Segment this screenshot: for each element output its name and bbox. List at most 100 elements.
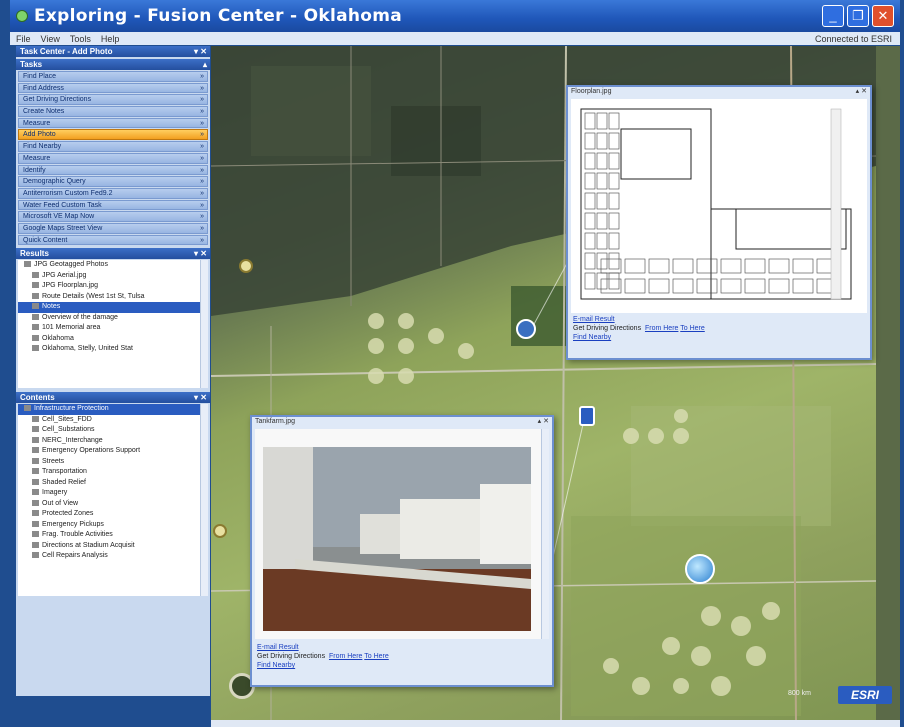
tree-item[interactable]: Notes (18, 302, 208, 313)
task-item[interactable]: Create Notes » (18, 106, 208, 117)
expand-chevron-icon[interactable]: » (200, 154, 204, 164)
to-here-link[interactable]: To Here (364, 653, 389, 660)
expand-chevron-icon[interactable]: » (200, 95, 204, 105)
expand-chevron-icon[interactable]: » (200, 236, 204, 246)
globe-marker-icon[interactable] (685, 554, 715, 584)
tree-item[interactable]: JPG Floorplan.jpg (18, 281, 208, 292)
restore-button[interactable]: ❐ (847, 5, 869, 27)
tree-item[interactable]: JPG Aerial.jpg (18, 271, 208, 282)
from-here-link[interactable]: From Here (329, 653, 362, 660)
camera-marker-icon[interactable] (516, 319, 536, 339)
tree-item[interactable]: Cell Repairs Analysis (18, 551, 208, 562)
menu-tools[interactable]: Tools (70, 34, 91, 44)
close-button[interactable]: ✕ (872, 5, 894, 27)
pane-close-icon[interactable]: ▾ ✕ (194, 46, 207, 57)
task-label: Find Nearby (23, 143, 62, 151)
expand-chevron-icon[interactable]: » (200, 201, 204, 211)
layer-icon (32, 552, 39, 559)
task-label: Add Photo (23, 131, 56, 139)
popup-close-icon[interactable]: ▴ ✕ (538, 417, 549, 427)
tankfarm-popup: Tankfarm.jpg ▴ ✕ E-mail Result Get Drivi… (250, 415, 554, 687)
tree-item[interactable]: NERC_Interchange (18, 436, 208, 447)
expand-chevron-icon[interactable]: » (200, 119, 204, 129)
tree-item[interactable]: Streets (18, 457, 208, 468)
layer-icon (32, 447, 39, 454)
tree-item[interactable]: Shaded Relief (18, 478, 208, 489)
task-item[interactable]: Find Nearby » (18, 141, 208, 152)
tree-item[interactable]: Infrastructure Protection (18, 404, 208, 415)
expand-chevron-icon[interactable]: » (200, 72, 204, 82)
tree-item[interactable]: Directions at Stadium Acquisit (18, 541, 208, 552)
to-here-link[interactable]: To Here (680, 325, 705, 332)
task-item[interactable]: Water Feed Custom Task » (18, 199, 208, 211)
expand-chevron-icon[interactable]: » (200, 107, 204, 117)
layer-icon (32, 489, 39, 496)
task-item[interactable]: Identify » (18, 164, 208, 176)
pane-close-icon[interactable]: ▾ ✕ (194, 392, 207, 403)
task-item[interactable]: Find Address » (18, 82, 208, 94)
from-here-link[interactable]: From Here (645, 325, 678, 332)
tree-item-label: JPG Floorplan.jpg (42, 282, 99, 290)
task-item[interactable]: Microsoft VE Map Now » (18, 211, 208, 222)
expand-chevron-icon[interactable]: » (200, 84, 204, 94)
task-label: Microsoft VE Map Now (23, 213, 95, 221)
tree-item[interactable]: Transportation (18, 467, 208, 478)
menu-file[interactable]: File (16, 34, 31, 44)
tree-item[interactable]: Imagery (18, 488, 208, 499)
expand-chevron-icon[interactable]: » (200, 142, 204, 152)
tree-item[interactable]: Frag. Trouble Activities (18, 530, 208, 541)
tree-item[interactable]: Cell_Substations (18, 425, 208, 436)
expand-chevron-icon[interactable]: » (200, 224, 204, 234)
tree-item-label: Overview of the damage (42, 313, 118, 321)
popup-close-icon[interactable]: ▴ ✕ (856, 87, 867, 97)
tree-item[interactable]: Emergency Pickups (18, 520, 208, 531)
task-item[interactable]: Measure » (18, 152, 208, 164)
camera-marker-icon[interactable] (579, 406, 595, 426)
find-nearby-link[interactable]: Find Nearby (573, 334, 611, 341)
email-result-link[interactable]: E-mail Result (257, 644, 299, 651)
map-pin-icon[interactable] (239, 259, 253, 273)
menu-view[interactable]: View (41, 34, 60, 44)
expand-chevron-icon[interactable]: » (200, 130, 204, 140)
tree-item[interactable]: 101 Memorial area (18, 323, 208, 334)
menu-help[interactable]: Help (101, 34, 120, 44)
expand-chevron-icon[interactable]: » (200, 189, 204, 199)
task-item[interactable]: Quick Content » (18, 234, 208, 246)
photo-scrollbar[interactable] (541, 429, 549, 639)
tree-item[interactable]: Cell_Sites_FDD (18, 415, 208, 426)
pane-close-icon[interactable]: ▾ ✕ (194, 248, 207, 259)
tree-item[interactable]: Oklahoma (18, 334, 208, 345)
collapse-icon[interactable]: ▴ (203, 59, 207, 70)
task-item[interactable]: Measure » (18, 117, 208, 129)
status-bar (211, 720, 900, 727)
tree-item-label: JPG Geotagged Photos (34, 261, 108, 269)
task-label: Quick Content (23, 236, 68, 244)
tree-item[interactable]: JPG Geotagged Photos (18, 260, 208, 271)
task-item[interactable]: Antiterrorism Custom Fed9.2 » (18, 187, 208, 199)
tree-item[interactable]: Emergency Operations Support (18, 446, 208, 457)
layer-icon (32, 415, 39, 422)
tree-item[interactable]: Overview of the damage (18, 313, 208, 324)
tree-item-label: Transportation (42, 468, 87, 476)
task-item[interactable]: Google Maps Street View » (18, 222, 208, 234)
layer-icon (32, 457, 39, 464)
tree-item[interactable]: Oklahoma, Stelly, United Stat (18, 344, 208, 355)
email-result-link[interactable]: E-mail Result (573, 316, 615, 323)
task-item[interactable]: Demographic Query » (18, 176, 208, 187)
task-list: Find Place» Find Address» Get Driving Dire… (16, 71, 210, 246)
task-item[interactable]: Get Driving Directions » (18, 94, 208, 106)
tree-item[interactable]: Out of View (18, 499, 208, 510)
tree-item[interactable]: Protected Zones (18, 509, 208, 520)
task-item[interactable]: Add Photo » (18, 129, 208, 141)
expand-chevron-icon[interactable]: » (200, 177, 204, 187)
find-nearby-link[interactable]: Find Nearby (257, 662, 295, 669)
results-scrollbar[interactable] (200, 260, 208, 389)
expand-chevron-icon[interactable]: » (200, 166, 204, 176)
contents-scrollbar[interactable] (200, 404, 208, 597)
task-item[interactable]: Find Place » (18, 71, 208, 82)
minimize-button[interactable]: _ (822, 5, 844, 27)
tree-item[interactable]: Route Details (West 1st St, Tulsa (18, 292, 208, 303)
tank-photo-drawing (263, 447, 531, 631)
expand-chevron-icon[interactable]: » (200, 212, 204, 222)
map-pin-icon[interactable] (213, 524, 227, 538)
